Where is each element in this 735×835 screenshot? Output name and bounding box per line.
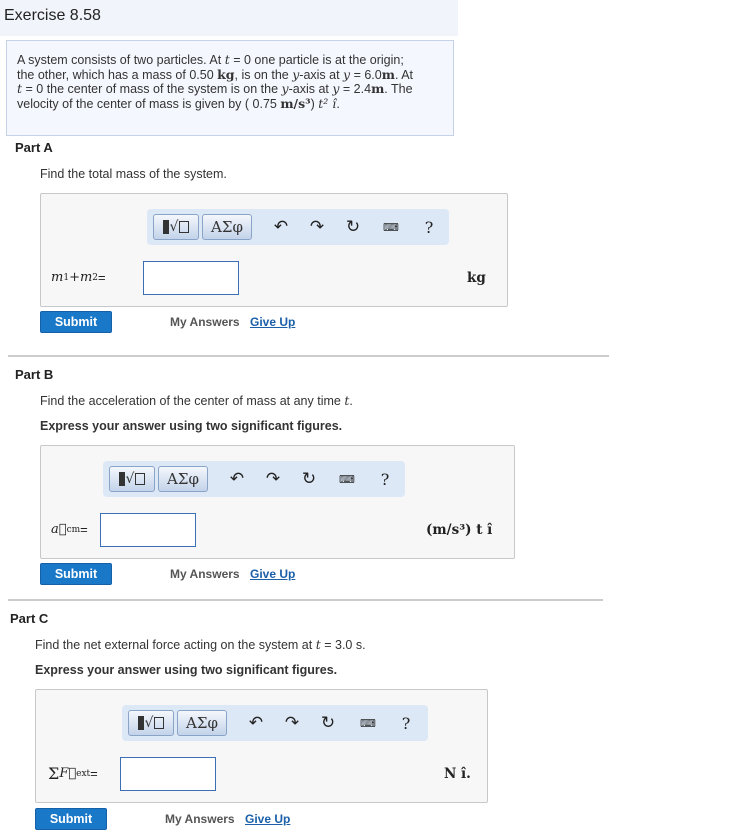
help-icon[interactable]: ? <box>375 469 395 489</box>
redo-icon[interactable]: ↷ <box>307 217 327 237</box>
part-a-prompt: Find the total mass of the system. <box>40 167 227 181</box>
reset-icon[interactable]: ↻ <box>299 469 319 489</box>
part-c-instruction: Express your answer using two significan… <box>35 663 338 677</box>
part-a-unit: kg <box>467 270 486 286</box>
problem-statement: A system consists of two particles. At t… <box>6 40 454 136</box>
part-b-unit: (m/s³) t î <box>426 522 493 538</box>
part-c-unit: N î. <box>444 766 471 782</box>
template-button[interactable]: √ <box>153 214 199 240</box>
greek-symbols-button[interactable]: ΑΣφ <box>202 214 252 240</box>
square-root-template-icon: √ <box>162 219 190 235</box>
part-c-label: Part C <box>10 611 49 626</box>
part-a-give-up-link[interactable]: Give Up <box>250 315 295 329</box>
part-a-answer-input[interactable] <box>143 261 239 295</box>
part-c-prompt: Find the net external force acting on th… <box>35 637 366 652</box>
undo-icon[interactable]: ↶ <box>227 469 247 489</box>
part-c-give-up-link[interactable]: Give Up <box>245 812 290 826</box>
part-c-my-answers: My Answers <box>165 812 235 826</box>
reset-icon[interactable]: ↻ <box>318 713 338 733</box>
redo-icon[interactable]: ↷ <box>263 469 283 489</box>
part-a-submit-button[interactable]: Submit <box>40 311 112 333</box>
part-c-answer-box: √ ΑΣφ ↶ ↷ ↻ ⌨ ? Σ F⃗ ext = N î. <box>35 689 488 803</box>
keyboard-icon[interactable]: ⌨ <box>381 217 401 237</box>
part-b-my-answers: My Answers <box>170 567 240 581</box>
problem-line-1: A system consists of two particles. At t… <box>17 52 404 67</box>
undo-icon[interactable]: ↶ <box>271 217 291 237</box>
problem-line-2: the other, which has a mass of 0.50 kg, … <box>17 66 414 82</box>
part-b-instruction: Express your answer using two significan… <box>40 419 343 433</box>
part-c-math-toolbar: √ ΑΣφ ↶ ↷ ↻ ⌨ ? <box>122 705 428 741</box>
part-a-lhs: m1 + m2 = <box>51 270 106 285</box>
greek-symbols-button[interactable]: ΑΣφ <box>158 466 208 492</box>
part-b-math-toolbar: √ ΑΣφ ↶ ↷ ↻ ⌨ ? <box>103 461 405 497</box>
help-icon[interactable]: ? <box>419 217 439 237</box>
square-root-template-icon: √ <box>118 471 146 487</box>
template-button[interactable]: √ <box>109 466 155 492</box>
part-b-answer-input[interactable] <box>100 513 196 547</box>
keyboard-icon[interactable]: ⌨ <box>337 469 357 489</box>
part-c-lhs: Σ F⃗ ext = <box>48 764 98 783</box>
part-c-submit-button[interactable]: Submit <box>35 808 107 830</box>
part-b-label: Part B <box>15 367 54 382</box>
exercise-header: Exercise 8.58 <box>0 0 458 36</box>
greek-symbols-button[interactable]: ΑΣφ <box>177 710 227 736</box>
help-icon[interactable]: ? <box>396 713 416 733</box>
part-b-give-up-link[interactable]: Give Up <box>250 567 295 581</box>
exercise-title: Exercise 8.58 <box>4 7 101 24</box>
keyboard-icon[interactable]: ⌨ <box>358 713 378 733</box>
problem-line-3: t = 0 the center of mass of the system i… <box>17 81 413 97</box>
part-b-submit-button[interactable]: Submit <box>40 563 112 585</box>
template-button[interactable]: √ <box>128 710 174 736</box>
part-c-answer-input[interactable] <box>120 757 216 791</box>
part-a-label: Part A <box>15 140 53 155</box>
part-a-my-answers: My Answers <box>170 315 240 329</box>
divider-a <box>8 355 609 357</box>
part-b-answer-box: √ ΑΣφ ↶ ↷ ↻ ⌨ ? a⃗ cm = (m/s³) t î <box>40 445 515 559</box>
reset-icon[interactable]: ↻ <box>343 217 363 237</box>
part-b-lhs: a⃗ cm = <box>51 522 88 537</box>
part-a-answer-box: √ ΑΣφ ↶ ↷ ↻ ⌨ ? m1 + m2 = kg <box>40 193 508 307</box>
square-root-template-icon: √ <box>137 715 165 731</box>
undo-icon[interactable]: ↶ <box>246 713 266 733</box>
problem-line-4: velocity of the center of mass is given … <box>17 95 340 111</box>
part-a-math-toolbar: √ ΑΣφ ↶ ↷ ↻ ⌨ ? <box>147 209 449 245</box>
redo-icon[interactable]: ↷ <box>282 713 302 733</box>
divider-b <box>8 599 603 601</box>
part-b-prompt: Find the acceleration of the center of m… <box>40 393 353 408</box>
